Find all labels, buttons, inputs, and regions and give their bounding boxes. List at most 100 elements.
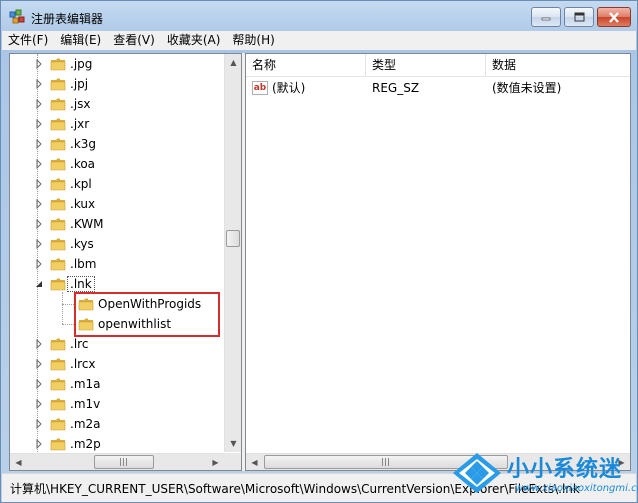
highlight-box	[74, 292, 220, 337]
collapsed-arrow-icon[interactable]	[34, 159, 44, 169]
collapsed-arrow-icon[interactable]	[34, 339, 44, 349]
tree-key-label: .kys	[70, 237, 94, 251]
collapsed-arrow-icon[interactable]	[34, 219, 44, 229]
tree-key-row[interactable]: .m2a	[10, 414, 225, 434]
scroll-down-arrow-icon[interactable]: ▼	[225, 435, 241, 452]
tree-key-row[interactable]: .lnk	[10, 274, 225, 294]
folder-icon	[50, 258, 66, 271]
regedit-app-icon	[9, 9, 25, 24]
tree-key-row[interactable]: .lbm	[10, 254, 225, 274]
folder-icon	[50, 218, 66, 231]
tree-key-label: .m2a	[70, 417, 101, 431]
minimize-button[interactable]	[531, 7, 561, 27]
tree-key-label: .lrcx	[70, 357, 96, 371]
folder-icon	[50, 418, 66, 431]
tree-guide-branch	[62, 304, 74, 305]
collapsed-arrow-icon[interactable]	[34, 239, 44, 249]
header-divider	[246, 76, 630, 77]
menu-bar: 文件(F) 编辑(E) 查看(V) 收藏夹(A) 帮助(H)	[2, 31, 636, 50]
scroll-left-arrow-icon[interactable]: ◀	[10, 454, 27, 470]
ab-string-icon: ab	[252, 81, 268, 95]
collapsed-arrow-icon[interactable]	[34, 199, 44, 209]
tree-key-row[interactable]: .kpl	[10, 174, 225, 194]
column-header-data[interactable]: 数据	[486, 54, 630, 76]
tree-horizontal-scroll-thumb[interactable]	[94, 455, 154, 469]
collapsed-arrow-icon[interactable]	[34, 99, 44, 109]
folder-icon	[50, 198, 66, 211]
collapsed-arrow-icon[interactable]	[34, 79, 44, 89]
tree-key-row[interactable]: .kys	[10, 234, 225, 254]
tree-key-row[interactable]: .k3g	[10, 134, 225, 154]
folder-icon	[50, 378, 66, 391]
folder-icon	[50, 358, 66, 371]
tree-key-row[interactable]: .m2p	[10, 434, 225, 454]
tree-key-label: .m1a	[70, 377, 101, 391]
column-header-type[interactable]: 类型	[366, 54, 486, 76]
folder-icon	[50, 138, 66, 151]
maximize-icon	[574, 12, 584, 22]
tree-key-label: .m1v	[70, 397, 101, 411]
collapsed-arrow-icon[interactable]	[34, 259, 44, 269]
tree-key-row[interactable]: .m1v	[10, 394, 225, 414]
close-button[interactable]	[597, 7, 631, 27]
tree-key-row[interactable]: .kux	[10, 194, 225, 214]
folder-icon	[50, 118, 66, 131]
minimize-icon	[541, 17, 551, 21]
scroll-up-arrow-icon[interactable]: ▲	[225, 54, 241, 71]
collapsed-arrow-icon[interactable]	[34, 119, 44, 129]
tree-vertical-scrollbar[interactable]: ▲ ▼	[224, 54, 241, 452]
maximize-button[interactable]	[564, 7, 594, 27]
watermark-title: 小小系统迷	[507, 457, 623, 482]
folder-icon	[50, 278, 66, 291]
tree-horizontal-scrollbar[interactable]: ◀ ▶	[10, 453, 224, 470]
collapsed-arrow-icon[interactable]	[34, 59, 44, 69]
folder-icon	[50, 398, 66, 411]
folder-icon	[50, 178, 66, 191]
collapsed-arrow-icon[interactable]	[34, 439, 44, 449]
column-header-name[interactable]: 名称	[246, 54, 366, 76]
scroll-right-arrow-icon[interactable]: ▶	[207, 454, 224, 470]
watermark-url: www.xiaoxiaoxitongmi.com	[515, 483, 638, 494]
folder-icon	[50, 158, 66, 171]
folder-icon	[50, 438, 66, 451]
tree-vertical-scroll-thumb[interactable]	[226, 230, 240, 247]
collapsed-arrow-icon[interactable]	[34, 139, 44, 149]
expanded-arrow-icon[interactable]	[34, 279, 44, 289]
values-list-pane[interactable]: 名称 类型 数据 ab (默认) REG_SZ (数值未设置) ◀ ▶	[245, 53, 631, 471]
collapsed-arrow-icon[interactable]	[34, 419, 44, 429]
menu-help[interactable]: 帮助(H)	[226, 31, 280, 50]
collapsed-arrow-icon[interactable]	[34, 379, 44, 389]
tree-key-row[interactable]: .lrc	[10, 334, 225, 354]
tree-key-row[interactable]: .KWM	[10, 214, 225, 234]
tree-key-row[interactable]: .jpg	[10, 54, 225, 74]
tree-scroll-corner	[224, 453, 241, 470]
regedit-window: 注册表编辑器 文件(F) 编辑(E) 查看(V) 收藏夹(A) 帮助(H) .j…	[0, 0, 638, 503]
list-scroll-left-arrow-icon[interactable]: ◀	[246, 454, 263, 470]
value-type: REG_SZ	[372, 81, 420, 95]
menu-favorites[interactable]: 收藏夹(A)	[161, 31, 227, 50]
folder-icon	[50, 58, 66, 71]
tree-key-row[interactable]: .jxr	[10, 114, 225, 134]
tree-key-label: .m2p	[70, 437, 101, 451]
watermark-logo-icon	[453, 453, 501, 493]
tree-key-row[interactable]: .koa	[10, 154, 225, 174]
key-tree-pane[interactable]: .jpg .jpj .jsx .jxr .k3g .koa .kpl .kux .KWM .kys…	[9, 53, 242, 471]
collapsed-arrow-icon[interactable]	[34, 359, 44, 369]
tree-key-row[interactable]: .m1a	[10, 374, 225, 394]
collapsed-arrow-icon[interactable]	[34, 179, 44, 189]
tree-key-label: .lbm	[70, 257, 97, 271]
tree-key-row[interactable]: .jpj	[10, 74, 225, 94]
menu-view[interactable]: 查看(V)	[107, 31, 161, 50]
collapsed-arrow-icon[interactable]	[34, 399, 44, 409]
menu-edit[interactable]: 编辑(E)	[54, 31, 107, 50]
tree-key-label: .KWM	[70, 217, 104, 231]
menu-file[interactable]: 文件(F)	[2, 31, 54, 50]
tree-key-label: .kux	[70, 197, 96, 211]
tree-key-label: .kpl	[70, 177, 92, 191]
tree-key-label: .jsx	[70, 97, 91, 111]
tree-key-label: .lnk	[67, 276, 95, 292]
title-bar[interactable]: 注册表编辑器	[1, 1, 637, 31]
tree-key-row[interactable]: .lrcx	[10, 354, 225, 374]
tree-key-row[interactable]: .jsx	[10, 94, 225, 114]
tree-key-label: .k3g	[70, 137, 97, 151]
